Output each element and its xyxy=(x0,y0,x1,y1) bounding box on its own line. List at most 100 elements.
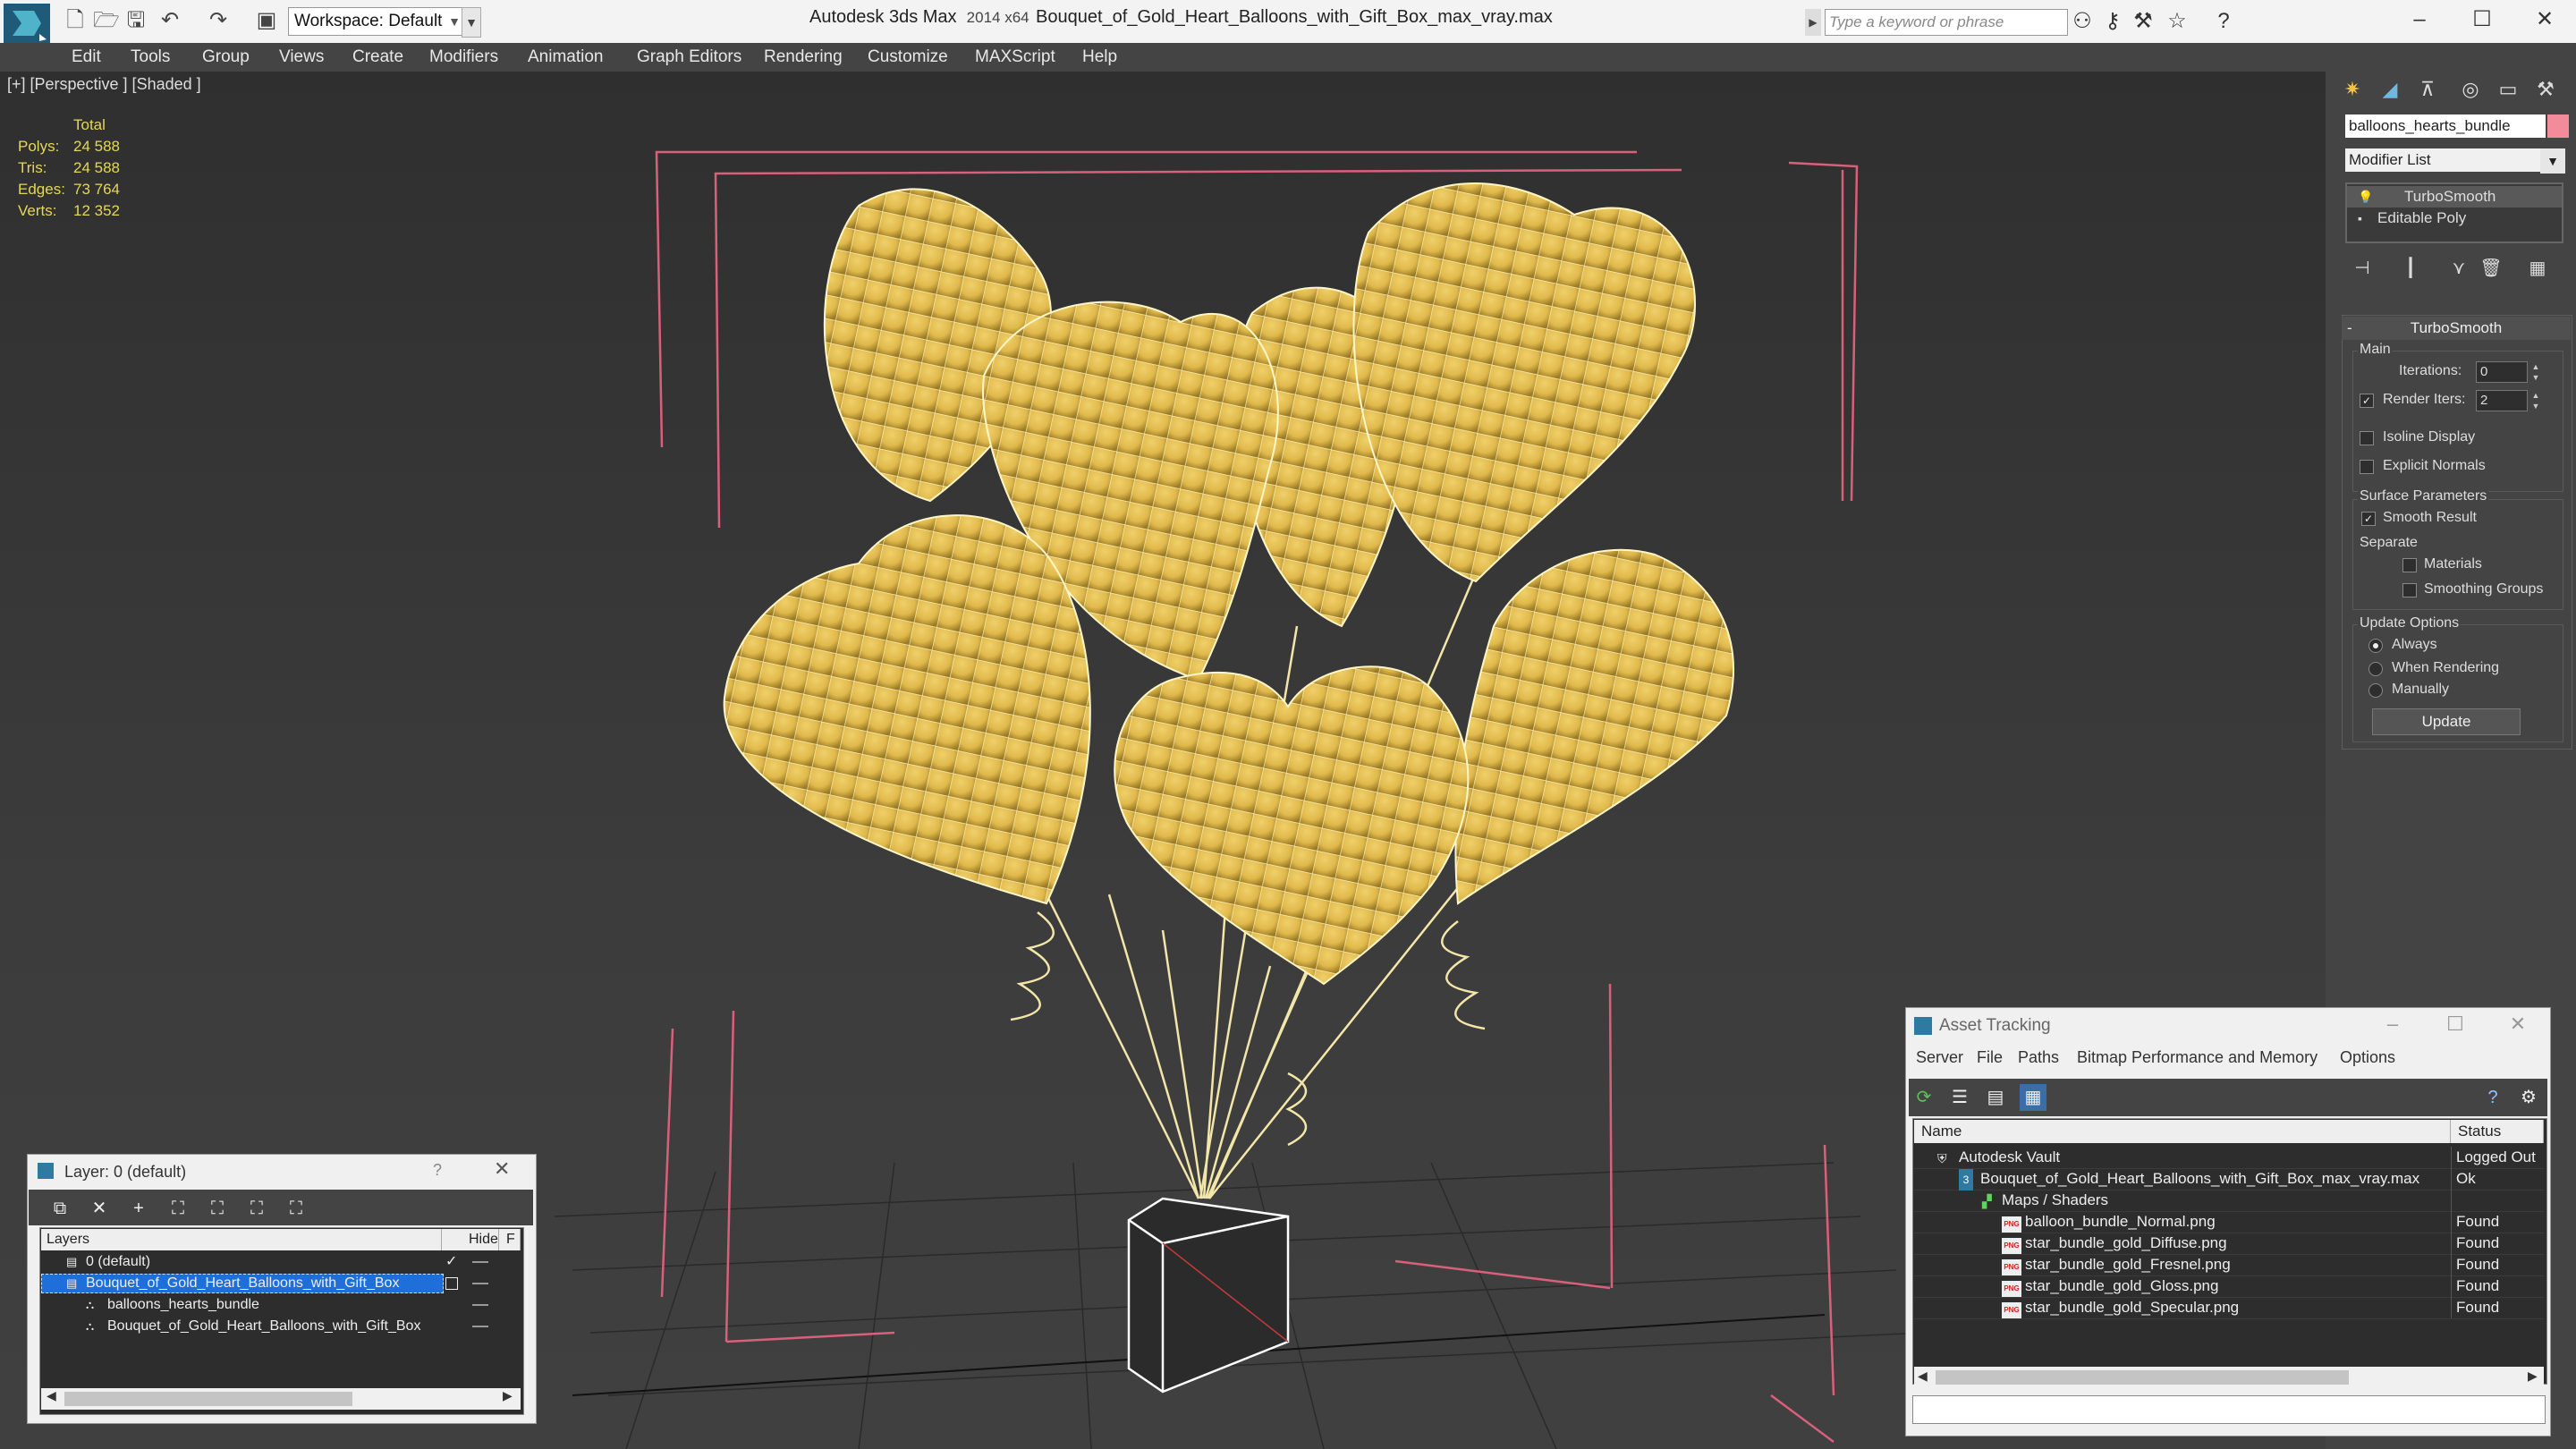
collapse-icon[interactable]: - xyxy=(2347,317,2352,340)
minimize-button[interactable]: – xyxy=(2388,2,2451,38)
set-current-layer-box[interactable] xyxy=(445,1277,458,1290)
table-view-icon[interactable]: ▦ xyxy=(2020,1084,2046,1111)
menu-tools[interactable]: Tools xyxy=(131,43,170,72)
search-expand-icon[interactable]: ▶ xyxy=(1805,9,1821,36)
hide-toggle[interactable] xyxy=(472,1304,488,1306)
pin-stack-icon[interactable]: ⊣ xyxy=(2349,256,2376,281)
app-logo-icon[interactable] xyxy=(4,4,50,43)
refresh-icon[interactable]: ⟳ xyxy=(1911,1084,1937,1111)
stack-item-turbosmooth[interactable]: 💡 TurboSmooth xyxy=(2347,186,2562,208)
favorites-star-icon[interactable]: ☆ xyxy=(2163,9,2191,34)
asset-row[interactable]: PNG star_bundle_gold_Diffuse.png Found xyxy=(1914,1233,2544,1255)
asset-path-field[interactable] xyxy=(1912,1395,2546,1424)
layer-row[interactable]: ▤ 0 (default) ✓ xyxy=(41,1252,521,1272)
asset-row[interactable]: PNG star_bundle_gold_Specular.png Found xyxy=(1914,1297,2544,1319)
new-file-icon[interactable]: 🗋 xyxy=(63,9,88,32)
object-name-field[interactable]: balloons_hearts_bundle xyxy=(2345,114,2546,138)
viewport-label[interactable]: [+] [Perspective ] [Shaded ] xyxy=(7,75,201,94)
menu-views[interactable]: Views xyxy=(279,43,324,72)
utilities-tab-icon[interactable]: ⚒ xyxy=(2529,75,2562,104)
hide-toggle[interactable] xyxy=(472,1326,488,1327)
asset-menu-server[interactable]: Server xyxy=(1916,1048,1963,1067)
object-color-swatch[interactable] xyxy=(2547,114,2569,138)
list-view-icon[interactable]: ☰ xyxy=(1946,1084,1973,1111)
asset-menu-options[interactable]: Options xyxy=(2340,1048,2395,1067)
menu-animation[interactable]: Animation xyxy=(528,43,604,72)
hide-toggle[interactable] xyxy=(472,1261,488,1263)
scroll-right-icon[interactable]: ▶ xyxy=(2528,1368,2538,1384)
menu-maxscript[interactable]: MAXScript xyxy=(975,43,1055,72)
asset-row[interactable]: ▞ Maps / Shaders xyxy=(1914,1190,2544,1212)
scroll-right-icon[interactable]: ▶ xyxy=(503,1388,513,1403)
materials-checkbox[interactable] xyxy=(2402,558,2417,572)
chevron-down-icon[interactable]: ▼ xyxy=(2540,148,2565,174)
asset-menu-file[interactable]: File xyxy=(1977,1048,2003,1067)
when-rendering-radio[interactable] xyxy=(2368,662,2383,676)
stack-item-editable-poly[interactable]: ▪ Editable Poly xyxy=(2347,208,2562,229)
asset-menu-bitmap-performance[interactable]: Bitmap Performance and Memory xyxy=(2077,1048,2318,1067)
make-unique-icon[interactable]: ⋎ xyxy=(2445,256,2472,281)
spinner-arrows-icon[interactable]: ▲ ▼ xyxy=(2529,361,2542,383)
settings-icon[interactable]: ⚙ xyxy=(2515,1084,2542,1111)
motion-tab-icon[interactable]: ◎ xyxy=(2454,75,2487,104)
spinner-arrows-icon[interactable]: ▲ ▼ xyxy=(2529,390,2542,411)
workspace-dropdown-button[interactable]: ▼ xyxy=(462,7,481,38)
menu-rendering[interactable]: Rendering xyxy=(764,43,843,72)
workspace-select[interactable]: Workspace: Default ▼ xyxy=(288,7,465,36)
key-icon[interactable]: ⚷ xyxy=(2098,9,2127,34)
manually-radio[interactable] xyxy=(2368,683,2383,698)
redo-icon[interactable]: ↷ xyxy=(206,9,231,32)
hierarchy-tab-icon[interactable]: ⊼ xyxy=(2411,75,2444,104)
close-icon[interactable]: ✕ xyxy=(494,1157,510,1181)
select-objects-icon[interactable]: ⛶ xyxy=(165,1195,191,1222)
help-icon[interactable]: ? xyxy=(433,1161,442,1180)
scroll-left-icon[interactable]: ◀ xyxy=(47,1388,56,1403)
column-name[interactable]: Name xyxy=(1914,1120,2451,1143)
asset-row[interactable]: PNG star_bundle_gold_Fresnel.png Found xyxy=(1914,1254,2544,1276)
menu-customize[interactable]: Customize xyxy=(868,43,948,72)
configure-sets-icon[interactable]: ▦ xyxy=(2524,256,2551,281)
render-iters-spinner[interactable]: 2 xyxy=(2476,390,2528,411)
layer-window-title[interactable]: Layer: 0 (default) xyxy=(38,1161,521,1182)
hide-toggle[interactable] xyxy=(472,1283,488,1284)
always-radio[interactable] xyxy=(2368,639,2383,653)
scrollbar-thumb[interactable] xyxy=(1936,1370,2349,1385)
minimize-button[interactable]: – xyxy=(2370,1011,2415,1038)
subscription-icon[interactable]: ⚒ xyxy=(2129,9,2157,34)
layer-row[interactable]: ⛬ balloons_hearts_bundle xyxy=(41,1295,521,1315)
rollout-title[interactable]: TurboSmooth xyxy=(2342,317,2571,340)
delete-layer-icon[interactable]: ✕ xyxy=(86,1195,113,1222)
help-icon[interactable]: ? xyxy=(2479,1084,2506,1111)
add-to-layer-icon[interactable]: + xyxy=(125,1195,152,1222)
undo-icon[interactable]: ↶ xyxy=(157,9,182,32)
maximize-button[interactable]: ☐ xyxy=(2451,2,2513,38)
isoline-display-checkbox[interactable] xyxy=(2360,431,2374,445)
scroll-left-icon[interactable]: ◀ xyxy=(1918,1368,1928,1384)
thumbnail-view-icon[interactable]: ▤ xyxy=(1982,1084,2009,1111)
hide-all-layers-icon[interactable]: ⛶ xyxy=(243,1195,270,1222)
open-file-icon[interactable]: 🗁 xyxy=(93,9,120,32)
menu-create[interactable]: Create xyxy=(352,43,403,72)
smoothing-groups-checkbox[interactable] xyxy=(2402,583,2417,597)
asset-row[interactable]: PNG balloon_bundle_Normal.png Found xyxy=(1914,1211,2544,1233)
search-input[interactable]: Type a keyword or phrase xyxy=(1825,9,2068,36)
iterations-spinner[interactable]: 0 xyxy=(2476,361,2528,383)
save-file-icon[interactable]: 🖫 xyxy=(123,9,148,32)
current-layer-check-icon[interactable]: ✓ xyxy=(445,1252,457,1272)
menu-help[interactable]: Help xyxy=(1082,43,1117,72)
menu-graph-editors[interactable]: Graph Editors xyxy=(637,43,741,72)
project-folder-icon[interactable]: ▣ xyxy=(254,9,279,32)
asset-row[interactable]: ⛨ Autodesk Vault Logged Out xyxy=(1914,1147,2544,1169)
close-button[interactable]: ✕ xyxy=(2513,2,2576,38)
asset-menu-paths[interactable]: Paths xyxy=(2018,1048,2059,1067)
freeze-all-layers-icon[interactable]: ⛶ xyxy=(283,1195,309,1222)
update-button[interactable]: Update xyxy=(2372,708,2521,735)
explicit-normals-checkbox[interactable] xyxy=(2360,460,2374,474)
create-layer-icon[interactable]: ⧉ xyxy=(47,1195,73,1222)
scrollbar-thumb[interactable] xyxy=(64,1392,352,1406)
maximize-button[interactable]: ☐ xyxy=(2433,1011,2478,1038)
show-end-result-icon[interactable]: ┃ xyxy=(2397,256,2424,281)
menu-modifiers[interactable]: Modifiers xyxy=(429,43,498,72)
display-tab-icon[interactable]: ▭ xyxy=(2492,75,2524,104)
menu-edit[interactable]: Edit xyxy=(72,43,101,72)
